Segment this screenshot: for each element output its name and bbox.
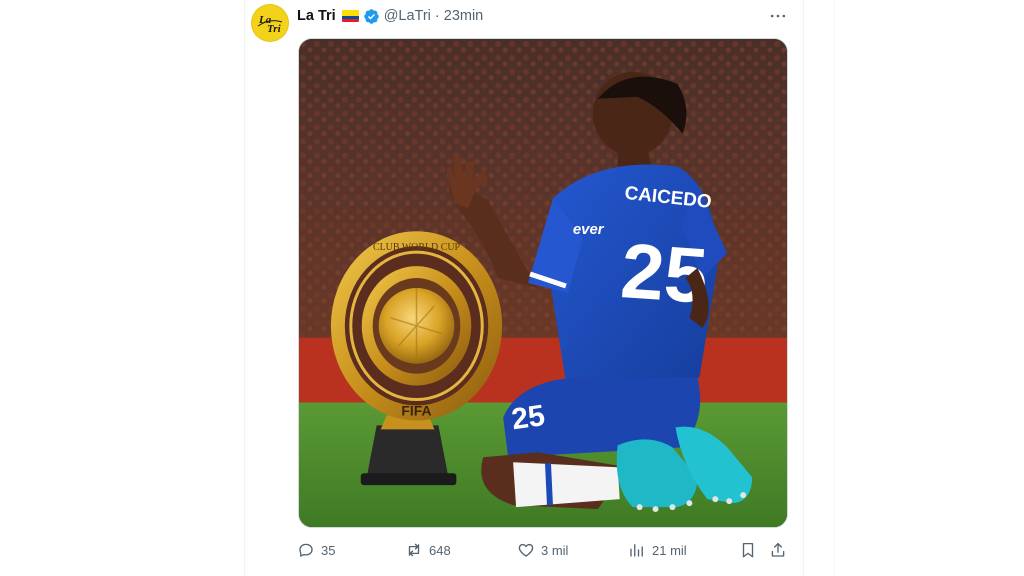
shorts-number: 25: [510, 399, 547, 436]
avatar[interactable]: La Tri: [251, 4, 289, 42]
verified-icon: [363, 8, 380, 25]
reply-count: 35: [321, 542, 336, 558]
timeline-border-right: [803, 0, 804, 576]
like-icon: [518, 543, 534, 557]
like-button[interactable]: 3 mil: [517, 538, 568, 562]
bookmark-button[interactable]: [739, 538, 757, 562]
repost-button[interactable]: 648: [405, 538, 451, 562]
views-count: 21 mil: [652, 542, 687, 558]
reply-icon: [299, 543, 313, 557]
jersey-sponsor: ever: [573, 221, 605, 238]
share-button[interactable]: [769, 538, 787, 562]
bookmark-icon: [742, 542, 754, 558]
timestamp[interactable]: 23min: [444, 8, 484, 24]
separator-dot: ·: [434, 8, 440, 24]
ecuador-flag-icon: [341, 10, 359, 22]
author-handle[interactable]: @LaTri: [384, 8, 431, 24]
svg-text:Tri: Tri: [267, 23, 282, 35]
sidebar-border: [834, 0, 835, 576]
trophy-ring-text: CLUB WORLD CUP: [373, 242, 461, 253]
tweet-image[interactable]: FIFA CLUB WORLD CUP CAICEDO 25 ever 25: [298, 38, 788, 528]
author-name[interactable]: La Tri: [297, 8, 336, 24]
avatar-logo-icon: La Tri: [257, 14, 283, 35]
views-button[interactable]: 21 mil: [628, 538, 687, 562]
more-icon[interactable]: [767, 6, 789, 26]
views-icon: [630, 544, 643, 557]
repost-count: 648: [429, 542, 451, 558]
reply-button[interactable]: 35: [297, 538, 335, 562]
tweet-actions: 35 648 3 mil 21 mil: [295, 538, 795, 562]
repost-icon: [408, 543, 420, 557]
tweet[interactable]: La Tri La Tri @LaTri · 23min FIFA CLUB W…: [245, 0, 803, 576]
share-icon: [771, 542, 785, 557]
trophy-fifa-text: FIFA: [401, 402, 431, 418]
tweet-header: La Tri @LaTri · 23min: [297, 6, 483, 26]
like-count: 3 mil: [541, 542, 569, 558]
